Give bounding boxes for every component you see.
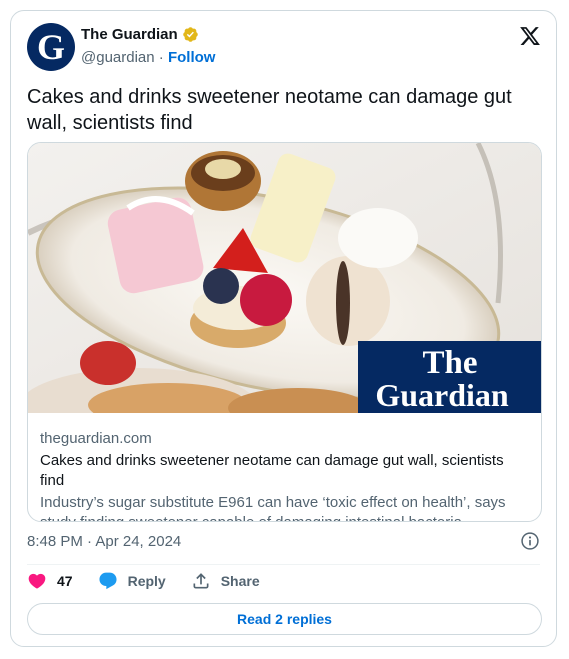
reply-label: Reply [127,573,166,589]
link-preview-card[interactable]: The Guardian theguardian.com Cakes and d… [27,142,542,522]
action-bar: 47 Reply Share [27,571,285,591]
link-title: Cakes and drinks sweetener neotame can d… [40,452,504,489]
separator: · [158,49,164,66]
share-button[interactable]: Share [191,571,260,591]
follow-button[interactable]: Follow [168,49,216,66]
x-logo-icon[interactable] [519,25,541,47]
divider [27,564,540,565]
avatar-letter: G [36,27,65,67]
read-replies-button[interactable]: Read 2 replies [27,603,542,635]
link-preview-image[interactable]: The Guardian [28,143,541,413]
avatar[interactable]: G [27,23,75,71]
tweet-card: G The Guardian @guardian · Follow Cakes … [10,10,557,647]
handle-line: @guardian · Follow [81,49,215,66]
speech-bubble-icon [99,572,117,590]
link-description: Industry’s sugar substitute E961 can hav… [40,494,506,521]
timestamp[interactable]: 8:48 PM · Apr 24, 2024 [27,533,181,550]
share-icon [193,573,209,589]
info-icon[interactable] [520,531,540,551]
author-name-row[interactable]: The Guardian [81,26,199,43]
verified-badge-icon [182,27,198,42]
logo-line2: Guardian [375,377,509,413]
heart-icon [28,573,46,589]
author-handle[interactable]: @guardian [81,49,155,66]
link-meta: theguardian.com Cakes and drinks sweeten… [40,429,530,521]
dessert-photo: The Guardian [28,143,541,413]
reply-button[interactable]: Reply [98,571,166,591]
logo-line1: The [422,345,477,381]
author-name[interactable]: The Guardian [81,26,178,43]
tweet-text: Cakes and drinks sweetener neotame can d… [27,86,512,134]
like-button[interactable]: 47 [27,571,73,591]
share-label: Share [220,573,260,589]
link-domain: theguardian.com [40,430,152,447]
like-count: 47 [57,573,73,589]
